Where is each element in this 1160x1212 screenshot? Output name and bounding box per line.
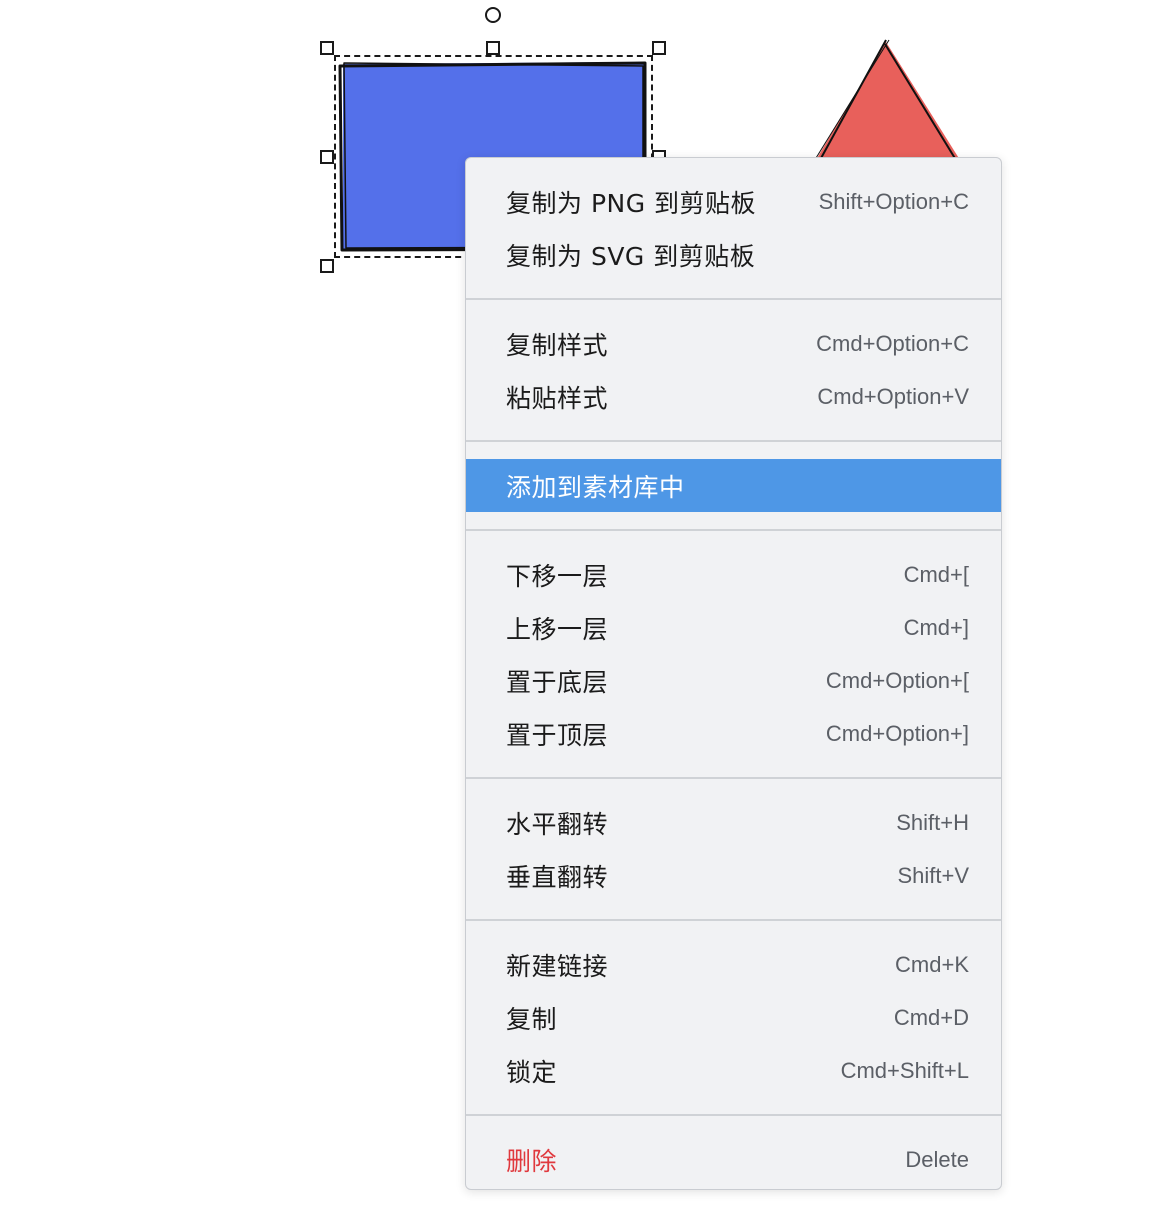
menu-item-shortcut: Cmd+Option+] (825, 720, 969, 746)
menu-item-shortcut: Cmd+Option+V (817, 383, 969, 409)
menu-item-label: 复制 (506, 1004, 558, 1034)
menu-item-flip-horizontal[interactable]: 水平翻转 Shift+H (466, 796, 1001, 849)
menu-item-label: 新建链接 (506, 951, 609, 981)
menu-separator (466, 1114, 1001, 1116)
menu-item-label: 水平翻转 (506, 809, 609, 839)
menu-separator (466, 529, 1001, 531)
menu-item-add-to-library[interactable]: 添加到素材库中 (466, 459, 1001, 512)
menu-item-shortcut: Cmd+] (903, 614, 969, 640)
menu-item-label: 垂直翻转 (506, 862, 609, 892)
menu-item-shortcut: Shift+H (896, 809, 969, 835)
menu-item-label: 上移一层 (506, 614, 609, 644)
resize-handle-w[interactable] (320, 150, 334, 164)
menu-separator (466, 440, 1001, 442)
menu-item-shortcut: Shift+V (897, 862, 969, 888)
menu-item-send-to-back[interactable]: 置于底层 Cmd+Option+[ (466, 654, 1001, 707)
resize-handle-nw[interactable] (320, 41, 334, 55)
menu-item-label: 锁定 (506, 1057, 558, 1087)
menu-item-flip-vertical[interactable]: 垂直翻转 Shift+V (466, 849, 1001, 902)
red-triangle-shape[interactable] (815, 39, 960, 161)
menu-item-shortcut: Delete (905, 1146, 969, 1172)
menu-item-label: 置于底层 (506, 667, 609, 697)
rotation-handle[interactable] (485, 7, 501, 23)
menu-item-paste-styles[interactable]: 粘贴样式 Cmd+Option+V (466, 370, 1001, 423)
menu-item-shortcut: Cmd+[ (903, 561, 969, 587)
menu-item-label: 复制样式 (506, 330, 609, 360)
menu-item-shortcut: Cmd+K (895, 951, 969, 977)
menu-item-label: 添加到素材库中 (506, 472, 685, 502)
menu-item-shortcut: Cmd+Shift+L (840, 1057, 969, 1083)
menu-item-shortcut: Cmd+D (893, 1004, 969, 1030)
menu-item-label: 粘贴样式 (506, 383, 609, 413)
menu-item-delete[interactable]: 删除 Delete (466, 1133, 1001, 1186)
menu-item-duplicate[interactable]: 复制 Cmd+D (466, 991, 1001, 1044)
menu-item-label: 复制为 SVG 到剪贴板 (506, 241, 756, 271)
resize-handle-ne[interactable] (652, 41, 666, 55)
menu-separator (466, 919, 1001, 921)
menu-item-shortcut: Cmd+Option+C (816, 330, 969, 356)
menu-item-copy-as-svg[interactable]: 复制为 SVG 到剪贴板 (466, 228, 1001, 281)
menu-item-label: 删除 (506, 1146, 558, 1176)
menu-item-label: 复制为 PNG 到剪贴板 (506, 188, 757, 218)
menu-item-label: 下移一层 (506, 561, 609, 591)
menu-item-send-backward[interactable]: 下移一层 Cmd+[ (466, 548, 1001, 601)
menu-item-create-link[interactable]: 新建链接 Cmd+K (466, 938, 1001, 991)
context-menu: 复制为 PNG 到剪贴板 Shift+Option+C 复制为 SVG 到剪贴板… (465, 157, 1002, 1190)
menu-item-label: 置于顶层 (506, 720, 609, 750)
menu-item-shortcut: Shift+Option+C (818, 188, 969, 214)
menu-item-bring-forward[interactable]: 上移一层 Cmd+] (466, 601, 1001, 654)
resize-handle-n[interactable] (486, 41, 500, 55)
menu-item-bring-to-front[interactable]: 置于顶层 Cmd+Option+] (466, 707, 1001, 760)
menu-separator (466, 298, 1001, 300)
menu-item-copy-styles[interactable]: 复制样式 Cmd+Option+C (466, 317, 1001, 370)
menu-item-lock[interactable]: 锁定 Cmd+Shift+L (466, 1044, 1001, 1097)
menu-separator (466, 777, 1001, 779)
resize-handle-sw[interactable] (320, 259, 334, 273)
menu-item-shortcut: Cmd+Option+[ (825, 667, 969, 693)
menu-item-copy-as-png[interactable]: 复制为 PNG 到剪贴板 Shift+Option+C (466, 175, 1001, 228)
